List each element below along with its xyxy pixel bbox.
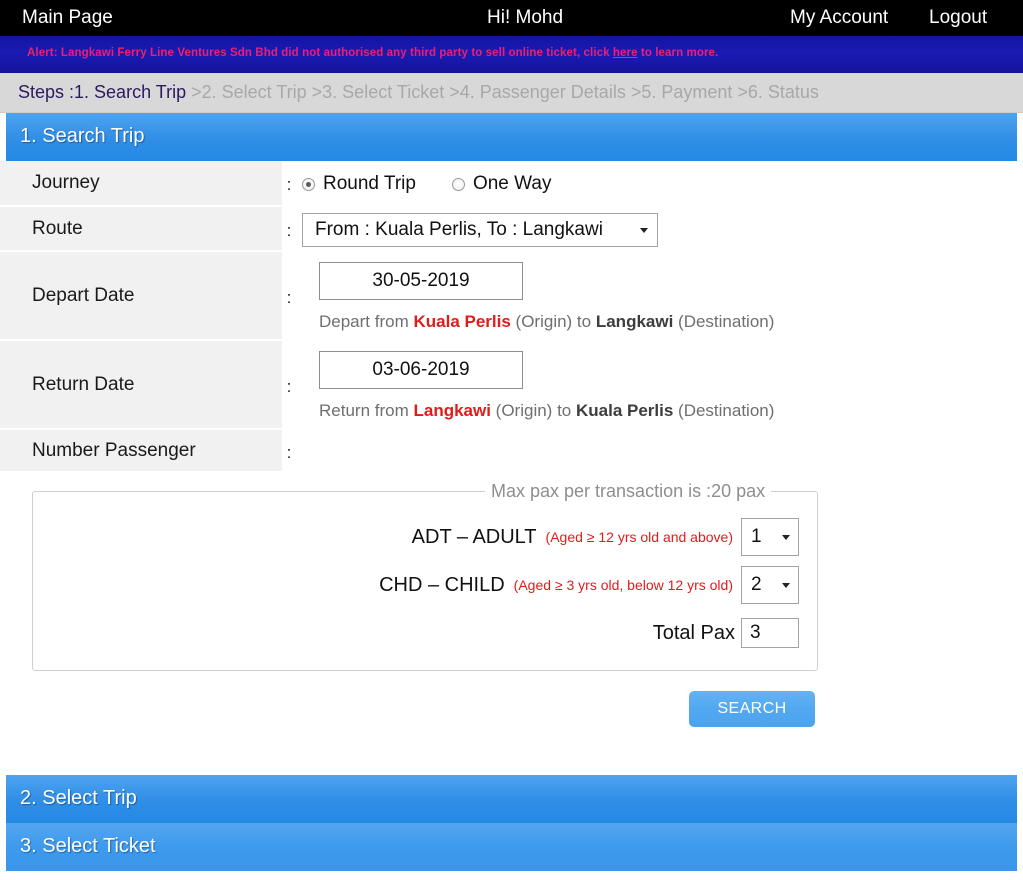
depart-hint-origin: Kuala Perlis <box>413 312 510 331</box>
section-title-select-ticket: 3. Select Ticket <box>20 835 156 858</box>
colon-journey: : <box>282 161 296 207</box>
radio-label-round-trip: Round Trip <box>323 173 416 195</box>
return-hint-prefix: Return from <box>319 401 413 420</box>
form-row-journey: Journey : Round Trip One Way <box>0 161 1023 207</box>
form-row-return-date: Return Date : 03-06-2019 Return from Lan… <box>0 341 1023 430</box>
search-action-zone: SEARCH <box>0 671 1023 775</box>
pax-note-adult: (Aged ≥ 12 yrs old and above) <box>546 529 733 545</box>
max-pax-legend: Max pax per transaction is :20 pax <box>485 481 771 502</box>
label-journey: Journey <box>0 161 282 207</box>
breadcrumb-step-1-active[interactable]: 1. Search Trip <box>74 82 186 102</box>
return-hint-origin: Langkawi <box>413 401 490 420</box>
search-trip-form: Journey : Round Trip One Way Route : Fro… <box>0 161 1023 775</box>
depart-date-input[interactable]: 30-05-2019 <box>319 262 523 300</box>
pax-note-child: (Aged ≥ 3 yrs old, below 12 yrs old) <box>514 577 733 593</box>
radio-option-round-trip[interactable]: Round Trip <box>302 173 416 195</box>
chevron-down-icon <box>782 535 790 540</box>
radio-icon-round-trip[interactable] <box>302 178 315 191</box>
return-date-value: 03-06-2019 <box>372 359 469 381</box>
depart-route-hint: Depart from Kuala Perlis (Origin) to Lan… <box>319 312 1023 332</box>
radio-option-one-way[interactable]: One Way <box>452 173 552 195</box>
return-hint-suffix: (Destination) <box>673 401 774 420</box>
nav-logout-link[interactable]: Logout <box>929 0 987 36</box>
journey-radio-group: Round Trip One Way <box>302 173 1023 195</box>
colon-return-date: : <box>282 341 296 430</box>
breadcrumb: Steps :1. Search Trip >2. Select Trip >3… <box>18 82 819 103</box>
child-count-value: 2 <box>751 574 762 596</box>
section-search-trip-wrapper: 1. Search Trip <box>0 113 1023 161</box>
depart-hint-prefix: Depart from <box>319 312 413 331</box>
route-select[interactable]: From : Kuala Perlis, To : Langkawi <box>302 213 658 247</box>
depart-hint-destination: Langkawi <box>596 312 673 331</box>
form-row-number-passenger: Number Passenger : <box>0 430 1023 473</box>
radio-icon-one-way[interactable] <box>452 178 465 191</box>
alert-here-link[interactable]: here <box>613 47 638 59</box>
total-pax-label: Total Pax <box>653 622 735 645</box>
label-depart-date: Depart Date <box>0 252 282 341</box>
child-count-select[interactable]: 2 <box>741 566 799 604</box>
total-pax-input: 3 <box>741 618 799 648</box>
section-title-select-trip: 2. Select Trip <box>20 787 137 810</box>
pax-label-child: CHD – CHILD <box>379 574 505 597</box>
depart-hint-mid: (Origin) to <box>511 312 596 331</box>
adult-count-select[interactable]: 1 <box>741 518 799 556</box>
section-title-search-trip: 1. Search Trip <box>20 125 145 148</box>
colon-route: : <box>282 207 296 252</box>
adult-count-value: 1 <box>751 526 762 548</box>
nav-main-page-link[interactable]: Main Page <box>22 0 113 36</box>
chevron-down-icon <box>640 228 648 233</box>
control-route: From : Kuala Perlis, To : Langkawi <box>296 207 1023 252</box>
return-hint-mid: (Origin) to <box>491 401 576 420</box>
passenger-count-fieldset: Max pax per transaction is :20 pax ADT –… <box>32 481 818 671</box>
colon-number-passenger: : <box>282 430 296 473</box>
nav-my-account-link[interactable]: My Account <box>790 0 888 36</box>
pax-row-child: CHD – CHILD (Aged ≥ 3 yrs old, below 12 … <box>51 566 799 604</box>
alert-message-prefix: Alert: Langkawi Ferry Line Ventures Sdn … <box>27 47 613 59</box>
control-number-passenger <box>296 430 1023 473</box>
section-header-search-trip[interactable]: 1. Search Trip <box>6 113 1017 161</box>
total-pax-value: 3 <box>750 622 761 644</box>
return-date-input[interactable]: 03-06-2019 <box>319 351 523 389</box>
section-header-select-ticket[interactable]: 3. Select Ticket <box>6 823 1017 871</box>
total-pax-row: Total Pax 3 <box>51 618 799 648</box>
return-hint-destination: Kuala Perlis <box>576 401 673 420</box>
nav-greeting-label: Hi! Mohd <box>487 0 563 36</box>
form-row-route: Route : From : Kuala Perlis, To : Langka… <box>0 207 1023 252</box>
pax-row-adult: ADT – ADULT (Aged ≥ 12 yrs old and above… <box>51 518 799 556</box>
steps-breadcrumb-bar: Steps :1. Search Trip >2. Select Trip >3… <box>0 73 1023 113</box>
alert-banner: Alert: Langkawi Ferry Line Ventures Sdn … <box>0 36 1023 73</box>
alert-message-suffix: to learn more. <box>638 47 719 59</box>
route-select-value: From : Kuala Perlis, To : Langkawi <box>315 219 603 241</box>
section-select-ticket-wrapper: 3. Select Ticket <box>0 823 1023 871</box>
depart-date-value: 30-05-2019 <box>372 270 469 292</box>
control-return-date: 03-06-2019 Return from Langkawi (Origin)… <box>296 341 1023 430</box>
breadcrumb-steps-label: Steps : <box>18 82 74 102</box>
depart-hint-suffix: (Destination) <box>673 312 774 331</box>
colon-depart-date: : <box>282 252 296 341</box>
pax-label-adult: ADT – ADULT <box>412 526 537 549</box>
top-navigation-bar: Main Page Hi! Mohd My Account Logout <box>0 0 1023 36</box>
section-select-trip-wrapper: 2. Select Trip <box>0 775 1023 823</box>
control-journey: Round Trip One Way <box>296 161 1023 207</box>
form-row-depart-date: Depart Date : 30-05-2019 Depart from Kua… <box>0 252 1023 341</box>
alert-message: Alert: Langkawi Ferry Line Ventures Sdn … <box>27 47 718 59</box>
label-return-date: Return Date <box>0 341 282 430</box>
radio-label-one-way: One Way <box>473 173 552 195</box>
label-route: Route <box>0 207 282 252</box>
control-depart-date: 30-05-2019 Depart from Kuala Perlis (Ori… <box>296 252 1023 341</box>
label-number-passenger: Number Passenger <box>0 430 282 473</box>
breadcrumb-remaining-steps[interactable]: >2. Select Trip >3. Select Ticket >4. Pa… <box>186 82 819 102</box>
passenger-count-area: Max pax per transaction is :20 pax ADT –… <box>0 481 1023 671</box>
search-button[interactable]: SEARCH <box>689 691 815 727</box>
return-route-hint: Return from Langkawi (Origin) to Kuala P… <box>319 401 1023 421</box>
chevron-down-icon <box>782 583 790 588</box>
section-header-select-trip[interactable]: 2. Select Trip <box>6 775 1017 823</box>
